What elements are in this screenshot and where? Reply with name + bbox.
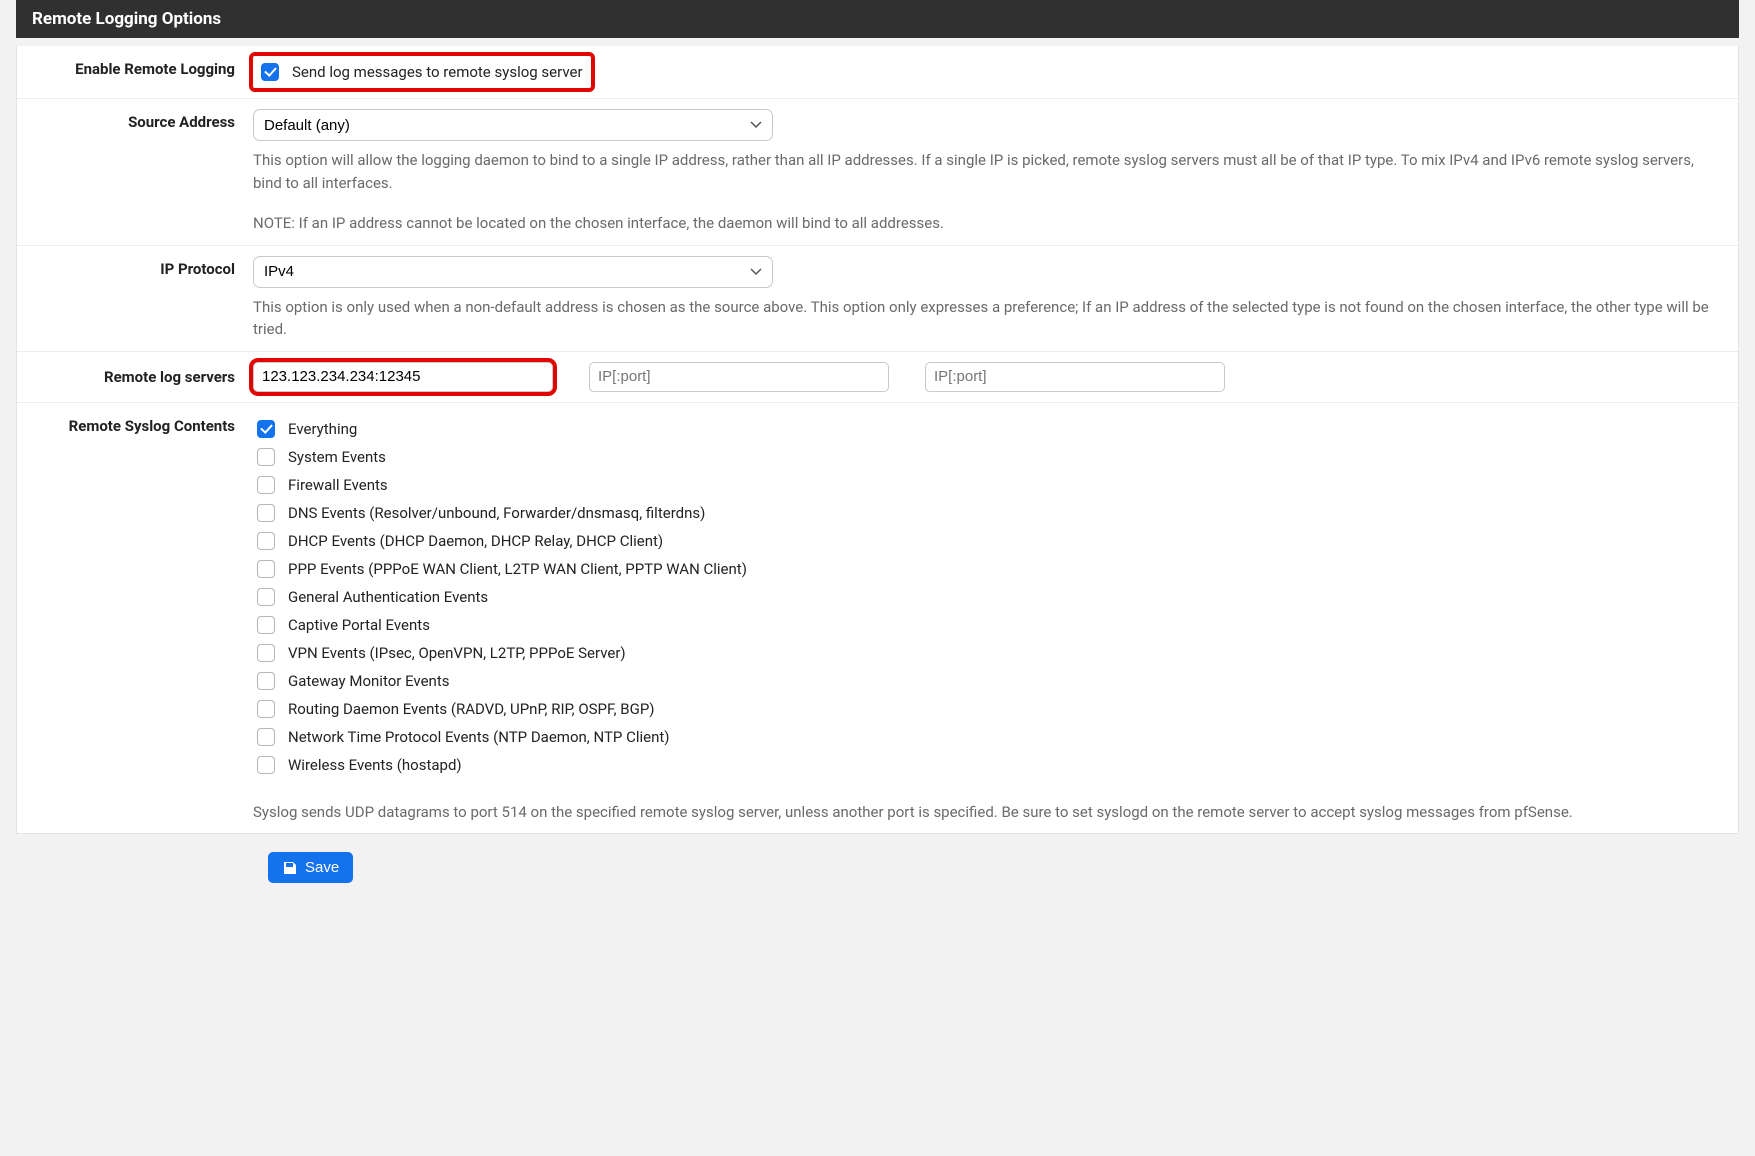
syslog-content-checkbox[interactable] xyxy=(257,476,275,494)
enable-remote-logging-text: Send log messages to remote syslog serve… xyxy=(292,63,583,81)
label-enable-remote-logging: Enable Remote Logging xyxy=(17,54,249,90)
syslog-content-item: PPP Events (PPPoE WAN Client, L2TP WAN C… xyxy=(253,557,1718,581)
row-ip-protocol: IP Protocol IPv4 This option is only use… xyxy=(17,246,1738,352)
syslog-content-item: Everything xyxy=(253,417,1718,441)
syslog-content-label: VPN Events (IPsec, OpenVPN, L2TP, PPPoE … xyxy=(288,644,626,662)
row-remote-log-servers: Remote log servers xyxy=(17,352,1738,403)
ip-protocol-help: This option is only used when a non-defa… xyxy=(253,296,1718,341)
syslog-content-checkbox[interactable] xyxy=(257,420,275,438)
enable-remote-logging-checkbox[interactable] xyxy=(261,63,279,81)
syslog-content-label: Captive Portal Events xyxy=(288,616,430,634)
syslog-content-item: Wireless Events (hostapd) xyxy=(253,753,1718,777)
syslog-content-label: DHCP Events (DHCP Daemon, DHCP Relay, DH… xyxy=(288,532,663,550)
syslog-content-checkbox[interactable] xyxy=(257,756,275,774)
syslog-content-label: General Authentication Events xyxy=(288,588,488,606)
syslog-content-label: Gateway Monitor Events xyxy=(288,672,449,690)
remote-server-input-3[interactable] xyxy=(925,362,1225,392)
syslog-content-checkbox[interactable] xyxy=(257,448,275,466)
syslog-content-checkbox[interactable] xyxy=(257,700,275,718)
remote-server-input-2[interactable] xyxy=(589,362,889,392)
syslog-content-label: System Events xyxy=(288,448,386,466)
remote-server-input-1[interactable] xyxy=(253,362,553,392)
syslog-content-checkbox[interactable] xyxy=(257,644,275,662)
syslog-content-item: DNS Events (Resolver/unbound, Forwarder/… xyxy=(253,501,1718,525)
row-source-address: Source Address Default (any) This option… xyxy=(17,99,1738,246)
syslog-content-item: Network Time Protocol Events (NTP Daemon… xyxy=(253,725,1718,749)
label-remote-log-servers: Remote log servers xyxy=(17,362,249,392)
syslog-content-label: Wireless Events (hostapd) xyxy=(288,756,462,774)
syslog-content-label: Firewall Events xyxy=(288,476,388,494)
source-address-help-1: This option will allow the logging daemo… xyxy=(253,149,1718,194)
label-ip-protocol: IP Protocol xyxy=(17,254,249,343)
syslog-content-item: Routing Daemon Events (RADVD, UPnP, RIP,… xyxy=(253,697,1718,721)
syslog-content-item: VPN Events (IPsec, OpenVPN, L2TP, PPPoE … xyxy=(253,641,1718,665)
panel-title: Remote Logging Options xyxy=(32,9,221,29)
remote-logging-panel: Enable Remote Logging Send log messages … xyxy=(16,46,1739,834)
save-icon xyxy=(282,860,298,876)
save-button[interactable]: Save xyxy=(268,852,353,883)
syslog-content-item: Firewall Events xyxy=(253,473,1718,497)
syslog-content-item: General Authentication Events xyxy=(253,585,1718,609)
syslog-content-item: System Events xyxy=(253,445,1718,469)
syslog-content-checkbox[interactable] xyxy=(257,532,275,550)
row-syslog-contents: Remote Syslog Contents Everything System … xyxy=(17,403,1738,834)
syslog-content-label: DNS Events (Resolver/unbound, Forwarder/… xyxy=(288,504,705,522)
source-address-select[interactable]: Default (any) xyxy=(253,109,773,141)
save-button-label: Save xyxy=(305,859,339,876)
syslog-content-label: Routing Daemon Events (RADVD, UPnP, RIP,… xyxy=(288,700,655,718)
syslog-content-checkbox[interactable] xyxy=(257,616,275,634)
syslog-content-checkbox[interactable] xyxy=(257,504,275,522)
syslog-content-item: Gateway Monitor Events xyxy=(253,669,1718,693)
syslog-content-label: Everything xyxy=(288,420,357,438)
syslog-contents-help: Syslog sends UDP datagrams to port 514 o… xyxy=(253,801,1718,824)
syslog-content-label: PPP Events (PPPoE WAN Client, L2TP WAN C… xyxy=(288,560,747,578)
syslog-content-item: DHCP Events (DHCP Daemon, DHCP Relay, DH… xyxy=(253,529,1718,553)
label-source-address: Source Address xyxy=(17,107,249,237)
ip-protocol-select[interactable]: IPv4 xyxy=(253,256,773,288)
syslog-content-checkbox[interactable] xyxy=(257,588,275,606)
enable-highlight-box: Send log messages to remote syslog serve… xyxy=(253,56,591,88)
panel-header: Remote Logging Options xyxy=(16,0,1739,38)
syslog-content-label: Network Time Protocol Events (NTP Daemon… xyxy=(288,728,670,746)
source-address-help-2: NOTE: If an IP address cannot be located… xyxy=(253,212,1718,235)
syslog-content-checkbox[interactable] xyxy=(257,672,275,690)
label-syslog-contents: Remote Syslog Contents xyxy=(17,411,249,826)
row-enable-remote-logging: Enable Remote Logging Send log messages … xyxy=(17,46,1738,99)
syslog-content-checkbox[interactable] xyxy=(257,728,275,746)
syslog-content-item: Captive Portal Events xyxy=(253,613,1718,637)
syslog-content-checkbox[interactable] xyxy=(257,560,275,578)
